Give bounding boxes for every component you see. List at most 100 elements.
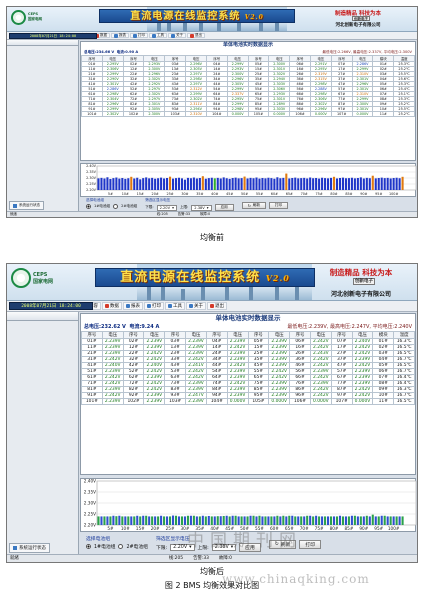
voltage-bar	[204, 516, 207, 525]
voltage-cell: 2.242V	[309, 386, 332, 393]
tb-label: 报表	[119, 33, 126, 37]
voltage-bar	[350, 177, 353, 190]
voltage-bar	[318, 516, 321, 525]
avg-voltage-value: 2.300V	[399, 50, 412, 54]
column-header: 序号	[205, 331, 228, 339]
radio-group-1[interactable]	[86, 544, 91, 549]
tb-exit[interactable]: 退出	[207, 302, 227, 310]
temperature-cell: 16.3℃	[393, 386, 415, 393]
voltage-bar	[386, 177, 389, 190]
tb-print[interactable]: 打印	[130, 32, 148, 39]
voltage-bar	[264, 516, 267, 525]
voltage-bar	[294, 516, 297, 525]
x-tick-label: 10#	[122, 192, 129, 196]
x-tick-label: 5#	[108, 192, 113, 196]
voltage-bar	[118, 178, 121, 190]
voltage-bar	[97, 516, 100, 525]
app-banner: CEPS 国家电网 直流电源在线监控系统 V2.0 制造精品 科技为本 创新电子…	[7, 264, 417, 301]
about-icon	[189, 304, 193, 308]
left-panel-footer[interactable]: 系统运行状态	[9, 543, 50, 553]
total-summary: 总电压:234.66 V 电流:0.90 A	[84, 49, 138, 55]
tb-report[interactable]: 报表	[123, 302, 143, 310]
tb-label: 数据	[110, 304, 119, 309]
voltage-bar	[306, 515, 309, 525]
status-icon	[13, 203, 17, 208]
logo: CEPS 国家电网	[11, 10, 69, 29]
voltage-cell: 2.242V	[101, 392, 124, 399]
app-banner: CEPS 国家电网 直流电源在线监控系统 V2.0 制造精品 科技为本 创新电子…	[7, 7, 417, 32]
high-limit-select[interactable]: 2.38V ▾	[191, 204, 212, 211]
voltage-bar	[255, 177, 258, 190]
voltage-bar	[154, 178, 157, 190]
tb-about[interactable]: 关于	[186, 302, 206, 310]
voltage-bar	[133, 516, 136, 525]
x-tick-label: 50#	[241, 192, 248, 196]
voltage-bar	[300, 516, 303, 525]
voltage-bar	[383, 178, 386, 190]
left-panel-footer-label: 系统运行状态	[19, 546, 46, 551]
radio-group-1[interactable]	[86, 204, 91, 209]
voltage-bar	[189, 515, 192, 525]
voltage-bar	[168, 176, 172, 190]
temperature-cell: 16.5℃	[393, 344, 415, 351]
low-limit-select[interactable]: 2.20V ▾	[156, 204, 177, 211]
voltage-bar	[395, 516, 398, 525]
x-tick-label: 5#	[107, 526, 114, 531]
status-field-1: 线:205	[156, 212, 168, 216]
voltage-bar	[124, 516, 127, 525]
print-icon	[147, 304, 151, 308]
apply-button[interactable]: 应用	[214, 204, 234, 211]
voltage-bar	[347, 516, 350, 525]
voltage-cell: 2.239V	[101, 350, 124, 357]
voltage-cell: 2.239V	[101, 344, 124, 351]
refresh-button[interactable]: ↻ 刷新	[241, 202, 266, 209]
voltage-cell: 2.242V	[185, 374, 207, 381]
tb-exit[interactable]: 退出	[187, 32, 205, 39]
max-voltage-label: 最高电压:	[329, 324, 352, 330]
voltage-cell: 2.242V	[351, 344, 374, 351]
radio-group-2[interactable]	[113, 204, 119, 209]
voltage-cell: 2.239V	[185, 338, 207, 345]
data-panel: 单体电池实时数据显示 总电压:232.62 V 电流:9.24 A 最低电压:2…	[80, 313, 416, 475]
tb-about[interactable]: 关于	[168, 32, 186, 39]
radio-group-1-label: 1#电池组	[94, 204, 111, 208]
voltage-bar	[353, 178, 356, 190]
voltage-bar	[362, 516, 365, 525]
max-voltage-label: 最高电压:	[353, 50, 369, 54]
table-row: 101# 2.302V 102# 2.300V 103# 2.310V 104# 0.000V…	[81, 111, 415, 117]
print-button[interactable]: 打印	[299, 540, 322, 549]
avg-voltage-label: 平均电压:	[383, 50, 400, 54]
voltage-cell: 2.242V	[185, 356, 207, 363]
tb-data[interactable]: 数据	[102, 302, 122, 310]
radio-group-2[interactable]	[118, 544, 124, 549]
logo-text-2: 国家电网	[33, 278, 54, 285]
voltage-bar	[145, 515, 148, 525]
status-bar: 就绪 线:205 告警:33 故障:0	[7, 211, 417, 217]
temperature-cell: 16.4℃	[393, 374, 415, 381]
voltage-bar	[207, 515, 210, 525]
voltage-bar	[166, 178, 169, 190]
voltage-cell: 2.239V	[185, 386, 207, 393]
x-tick-label: 75#	[315, 526, 324, 531]
voltage-bar	[225, 178, 228, 190]
voltage-bar	[142, 515, 145, 525]
voltage-bar	[270, 178, 273, 190]
print-button[interactable]: 打印	[268, 202, 289, 209]
y-tick-label: 2.20V	[86, 188, 97, 192]
left-panel[interactable]: 系统运行状态	[7, 312, 79, 555]
tb-report[interactable]: 报表	[111, 32, 129, 39]
voltage-cell: 2.239V	[143, 374, 166, 381]
tb-print[interactable]: 打印	[144, 302, 164, 310]
x-tick-label: 25#	[166, 192, 173, 196]
left-panel[interactable]: 系统运行状态	[7, 40, 79, 212]
panel-title: 单体电池实时数据显示	[215, 314, 281, 322]
voltage-cell: 2.239V	[309, 368, 332, 375]
voltage-bar	[127, 516, 130, 525]
voltage-bar	[127, 178, 130, 190]
left-panel-footer[interactable]: 系统运行状态	[9, 201, 44, 210]
voltage-bar	[237, 516, 240, 525]
tb-tools[interactable]: 工具	[149, 32, 167, 39]
tb-tools[interactable]: 工具	[165, 302, 185, 310]
max-voltage-value: 2.337V	[368, 50, 382, 54]
radio-group-2-label: 2#电池组	[126, 545, 148, 550]
